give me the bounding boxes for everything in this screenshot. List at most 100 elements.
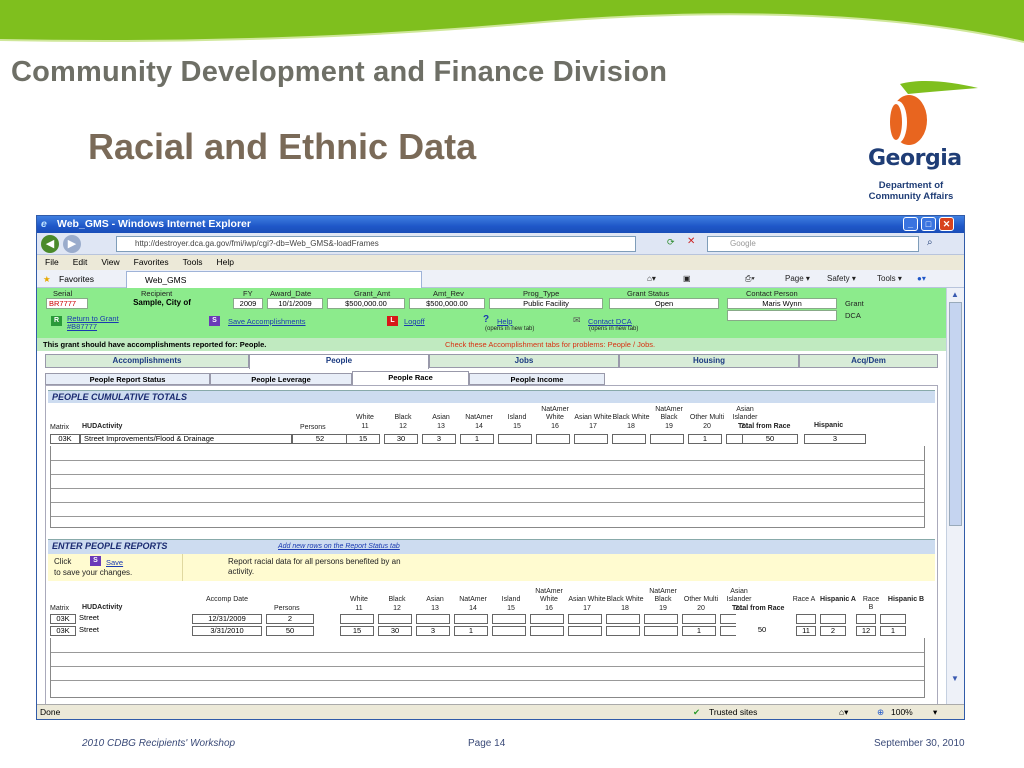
return-icon[interactable]: R [51, 316, 62, 326]
window-title: Web_GMS - Windows Internet Explorer [57, 218, 251, 230]
ent-persons-input[interactable]: 50 [266, 626, 314, 636]
ent-race-input[interactable]: 1 [682, 626, 716, 636]
refresh-icon[interactable]: ⟳ [667, 237, 675, 248]
ent-race-input[interactable] [454, 614, 488, 624]
tab-people-report-status[interactable]: People Report Status [45, 373, 210, 385]
add-rows-link[interactable]: Add new rows on the Report Status tab [278, 541, 400, 553]
protected-mode-icon[interactable]: ⌂▾ [839, 705, 848, 719]
ent-race-input[interactable] [644, 614, 678, 624]
address-input[interactable]: http://destroyer.dca.ga.gov/fmi/iwp/cgi?… [116, 236, 636, 252]
menu-help[interactable]: Help [216, 257, 233, 267]
ent-race-input[interactable] [378, 614, 412, 624]
zoom-level[interactable]: 100% [891, 705, 913, 719]
ent-race-input[interactable]: 3 [416, 626, 450, 636]
tab-people-income[interactable]: People Income [469, 373, 605, 385]
ent-race-b-input[interactable]: 12 [856, 626, 876, 636]
tab-accomplishments[interactable]: Accomplishments [45, 354, 249, 368]
tab-people[interactable]: People [249, 354, 429, 369]
save-accomplishments-link[interactable]: Save Accomplishments [228, 317, 306, 326]
ent-date-input[interactable]: 3/31/2010 [192, 626, 262, 636]
browser-tab[interactable]: Web_GMS [126, 271, 422, 288]
scroll-v-thumb[interactable] [949, 302, 962, 526]
logoff-icon[interactable]: L [387, 316, 398, 326]
tab-people-leverage[interactable]: People Leverage [210, 373, 352, 385]
maximize-button[interactable]: □ [921, 217, 936, 231]
ent-race-a-input[interactable] [796, 614, 816, 624]
ent-race-input[interactable] [568, 626, 602, 636]
page-menu[interactable]: Page ▾ [785, 270, 810, 288]
contact-dca-link[interactable]: Contact DCA [588, 317, 632, 326]
ent-race-input[interactable] [606, 614, 640, 624]
ent-hispanic-a-input[interactable]: 2 [820, 626, 846, 636]
ent-hispanic-b-input[interactable]: 1 [880, 626, 906, 636]
ent-race-input[interactable] [682, 614, 716, 624]
safety-menu[interactable]: Safety ▾ [827, 270, 856, 288]
email-icon: ✉ [573, 315, 581, 325]
print-icon[interactable]: ⎙▾ [745, 270, 755, 288]
favorites-label[interactable]: Favorites [59, 270, 94, 288]
search-input[interactable]: Google [707, 236, 919, 252]
feeds-icon[interactable]: ▣ [683, 270, 691, 288]
zoom-dropdown-icon[interactable]: ▾ [933, 705, 937, 719]
save-link[interactable]: Save [106, 558, 123, 567]
ent-race-input[interactable] [530, 614, 564, 624]
ent-matrix-cell[interactable]: 03K [50, 614, 76, 624]
tab-housing[interactable]: Housing [619, 354, 799, 368]
scroll-down-arrow-icon[interactable]: ▼ [951, 674, 959, 683]
minimize-button[interactable]: _ [903, 217, 918, 231]
ent-header-black-white: Black White [606, 596, 644, 603]
back-arrow-icon[interactable]: ◀ [41, 235, 59, 253]
cum-header-total-race: Total from Race [738, 423, 791, 430]
cum-race-cell: 3 [422, 434, 456, 444]
ent-col-number: 18 [621, 605, 629, 612]
ent-hispanic-b-input[interactable] [880, 614, 906, 624]
ent-race-input[interactable] [492, 614, 526, 624]
ent-matrix-cell[interactable]: 03K [50, 626, 76, 636]
ent-race-a-input[interactable]: 11 [796, 626, 816, 636]
return-to-grant-link[interactable]: Return to Grant #B87777 [67, 315, 147, 331]
stop-icon[interactable]: ✕ [687, 236, 695, 247]
ent-col-number: 14 [469, 605, 477, 612]
home-icon[interactable]: ⌂▾ [647, 270, 656, 288]
ent-date-input[interactable]: 12/31/2009 [192, 614, 262, 624]
menu-file[interactable]: File [45, 257, 59, 267]
menu-edit[interactable]: Edit [73, 257, 88, 267]
vertical-scrollbar[interactable]: ▲ ▼ [946, 288, 964, 704]
ent-race-input[interactable] [644, 626, 678, 636]
favorites-star-icon[interactable]: ★ [43, 270, 51, 288]
menu-favorites[interactable]: Favorites [134, 257, 169, 267]
label-prog-type: Prog_Type [523, 289, 560, 298]
header-wave-graphic [0, 0, 1024, 43]
save-accomplishments-icon[interactable]: S [209, 316, 220, 326]
save-icon[interactable]: S [90, 556, 101, 566]
ent-race-input[interactable] [568, 614, 602, 624]
forward-arrow-icon[interactable]: ▶ [63, 235, 81, 253]
ent-race-input[interactable] [606, 626, 640, 636]
menu-view[interactable]: View [101, 257, 119, 267]
ent-race-input[interactable]: 30 [378, 626, 412, 636]
ent-race-b-input[interactable] [856, 614, 876, 624]
ent-race-input[interactable] [340, 614, 374, 624]
ent-race-input[interactable]: 15 [340, 626, 374, 636]
scroll-up-arrow-icon[interactable]: ▲ [951, 290, 959, 299]
menu-tools[interactable]: Tools [183, 257, 203, 267]
help-link[interactable]: Help [497, 317, 512, 326]
ent-hispanic-a-input[interactable] [820, 614, 846, 624]
save-note: to save your changes. [54, 568, 133, 577]
close-button[interactable]: ✕ [939, 217, 954, 231]
ent-persons-input[interactable]: 2 [266, 614, 314, 624]
favorites-bar: ★ Favorites Web_GMS ⌂▾ ▣ ⎙▾ Page ▾ Safet… [37, 270, 964, 288]
search-icon[interactable]: ⌕ [927, 237, 933, 248]
tools-menu[interactable]: Tools ▾ [877, 270, 902, 288]
enter-section-title: ENTER PEOPLE REPORTS Add new rows on the… [48, 539, 935, 554]
tab-jobs[interactable]: Jobs [429, 354, 619, 368]
help-icon[interactable]: ●▾ [917, 270, 926, 288]
tab-acq-dem[interactable]: Acq/Dem [799, 354, 938, 368]
contact-role-dca: DCA [845, 311, 861, 320]
tab-people-race[interactable]: People Race [352, 371, 469, 385]
ent-race-input[interactable] [416, 614, 450, 624]
ent-race-input[interactable] [530, 626, 564, 636]
logoff-link[interactable]: Logoff [404, 317, 425, 326]
ent-race-input[interactable] [492, 626, 526, 636]
ent-race-input[interactable]: 1 [454, 626, 488, 636]
